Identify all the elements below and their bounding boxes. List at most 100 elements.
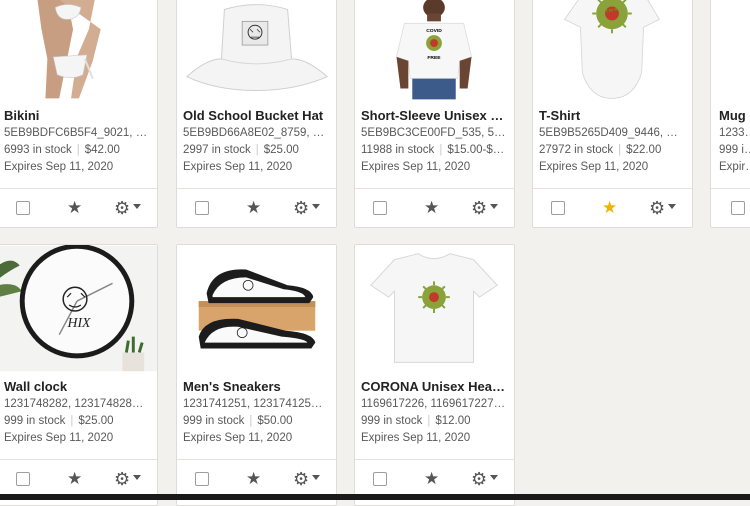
listing-card[interactable]: I'm a T-Shirt 5EB9B5265D409_9446, 5E… 27… — [532, 0, 693, 228]
listing-actions: ★ ⚙ — [355, 188, 514, 227]
listing-image[interactable]: HIX — [0, 245, 157, 372]
bikini-photo — [0, 0, 157, 100]
listing-card[interactable]: Bikini 5EB9BDFC6B5F4_9021, 5E… 6993 in s… — [0, 0, 158, 228]
svg-text:COVID: COVID — [426, 28, 442, 34]
listing-expiry: Expires Sep 11, 2020 — [539, 161, 649, 173]
chevron-down-icon[interactable] — [668, 204, 676, 209]
listing-price: $25.00 — [78, 415, 114, 427]
listing-card[interactable]: CORONA Unisex Heav… 1169617226, 11696172… — [354, 244, 515, 506]
listing-card[interactable]: COVID FREE Short-Sleeve Unisex T-… 5EB9B… — [354, 0, 515, 228]
listing-expiry: Expires Sep 11, 2020 — [361, 161, 471, 173]
listing-actions — [711, 188, 750, 227]
gear-icon[interactable]: ⚙ — [293, 198, 309, 218]
listing-title[interactable]: T-Shirt — [539, 107, 684, 124]
listing-sku: 1231741251, 1231741253, 12… — [183, 398, 328, 410]
gear-icon[interactable]: ⚙ — [293, 469, 309, 489]
listing-stock: 11988 in stock — [361, 144, 435, 156]
listing-expiry: Expires Sep 11, 2020 — [4, 161, 114, 173]
listing-stock: 2997 in stock — [183, 144, 251, 156]
listing-image[interactable] — [177, 245, 336, 372]
star-icon[interactable]: ★ — [246, 199, 261, 217]
listing-title[interactable]: Old School Bucket Hat — [183, 107, 328, 124]
listing-sku: 12339… — [719, 127, 750, 139]
gear-icon[interactable]: ⚙ — [114, 198, 130, 218]
listing-actions: ★ ⚙ — [177, 188, 336, 227]
listing-card[interactable]: Men's Sneakers 1231741251, 1231741253, 1… — [176, 244, 337, 506]
svg-text:FREE: FREE — [427, 55, 441, 61]
star-icon[interactable]: ★ — [602, 199, 617, 217]
chevron-down-icon[interactable] — [312, 475, 320, 480]
listing-expiry: Expires Sep 11, 2020 — [183, 161, 293, 173]
listing-title[interactable]: Short-Sleeve Unisex T-… — [361, 107, 506, 124]
listing-expiry: Expires Sep 11, 2020 — [361, 432, 471, 444]
listing-expiry: Expires Sep 11, 2020 — [183, 432, 293, 444]
star-icon[interactable]: ★ — [424, 199, 439, 217]
gear-icon[interactable]: ⚙ — [471, 198, 487, 218]
listing-title[interactable]: Bikini — [4, 107, 149, 124]
listing-actions: ★ ⚙ — [533, 188, 692, 227]
listing-sku: 5EB9BD66A8E02_8759, 5E… — [183, 127, 328, 139]
listing-image[interactable]: COVID FREE — [355, 0, 514, 100]
listing-card[interactable]: HIX Wall clock 1231748282, 1231748286, 1… — [0, 244, 158, 506]
listing-title[interactable]: Wall clock — [4, 378, 149, 395]
chevron-down-icon[interactable] — [133, 204, 141, 209]
chevron-down-icon[interactable] — [490, 204, 498, 209]
gear-icon[interactable]: ⚙ — [649, 198, 665, 218]
gear-icon[interactable]: ⚙ — [114, 469, 130, 489]
select-checkbox[interactable] — [551, 201, 565, 215]
sneakers-photo — [177, 245, 336, 372]
listing-image[interactable] — [177, 0, 336, 100]
listing-title[interactable]: CORONA Unisex Heav… — [361, 378, 506, 395]
listing-stock: 999 in… — [719, 144, 750, 156]
select-checkbox[interactable] — [195, 201, 209, 215]
listing-expiry: Expire… — [719, 161, 750, 173]
listing-price: $22.00 — [626, 144, 662, 156]
star-icon[interactable]: ★ — [246, 470, 261, 488]
star-icon[interactable]: ★ — [67, 470, 82, 488]
listing-card[interactable]: Mug 1 12339… 999 in… Expire… — [710, 0, 750, 228]
listing-image[interactable] — [0, 0, 157, 100]
listing-image[interactable] — [355, 245, 514, 372]
listing-sku: 5EB9BC3CE00FD_535, 5E… — [361, 127, 506, 139]
gear-icon[interactable]: ⚙ — [471, 469, 487, 489]
select-checkbox[interactable] — [16, 201, 30, 215]
listing-price: $25.00 — [263, 144, 299, 156]
listing-sku: 5EB9BDFC6B5F4_9021, 5E… — [4, 127, 149, 139]
wall-clock-photo: HIX — [0, 245, 157, 372]
listing-price: $42.00 — [84, 144, 120, 156]
select-checkbox[interactable] — [195, 472, 209, 486]
svg-text:HIX: HIX — [66, 315, 91, 330]
listing-stock: 999 in stock — [4, 415, 66, 427]
listing-stock: 6993 in stock — [4, 144, 72, 156]
listing-title[interactable]: Mug 1 — [719, 107, 750, 124]
listing-sku: 1169617226, 1169617227, 11… — [361, 398, 506, 410]
listing-image[interactable] — [711, 0, 750, 100]
star-icon[interactable]: ★ — [424, 470, 439, 488]
select-checkbox[interactable] — [373, 472, 387, 486]
mug-photo — [711, 0, 750, 99]
select-checkbox[interactable] — [16, 472, 30, 486]
chevron-down-icon[interactable] — [133, 475, 141, 480]
chevron-down-icon[interactable] — [490, 475, 498, 480]
listing-card[interactable]: Old School Bucket Hat 5EB9BD66A8E02_8759… — [176, 0, 337, 228]
listing-stock: 999 in stock — [183, 415, 245, 427]
listing-title[interactable]: Men's Sneakers — [183, 378, 328, 395]
select-checkbox[interactable] — [731, 201, 745, 215]
listing-sku: 5EB9B5265D409_9446, 5E… — [539, 127, 684, 139]
corona-tshirt-photo — [355, 245, 514, 372]
listing-price: $15.00-$2… — [447, 144, 506, 156]
star-icon[interactable]: ★ — [67, 199, 82, 217]
select-checkbox[interactable] — [373, 201, 387, 215]
listing-stock: 27972 in stock — [539, 144, 614, 156]
bucket-hat-photo — [177, 0, 336, 100]
listing-actions: ★ ⚙ — [0, 188, 157, 227]
listing-price: $50.00 — [257, 415, 293, 427]
listing-expiry: Expires Sep 11, 2020 — [4, 432, 114, 444]
baby-onesie-photo: I'm a — [533, 0, 692, 100]
listing-image[interactable]: I'm a — [533, 0, 692, 100]
chevron-down-icon[interactable] — [312, 204, 320, 209]
listing-price: $12.00 — [435, 415, 471, 427]
covid-free-tshirt-photo: COVID FREE — [355, 0, 514, 100]
listing-stock: 999 in stock — [361, 415, 423, 427]
window-bottom-edge — [0, 494, 750, 500]
